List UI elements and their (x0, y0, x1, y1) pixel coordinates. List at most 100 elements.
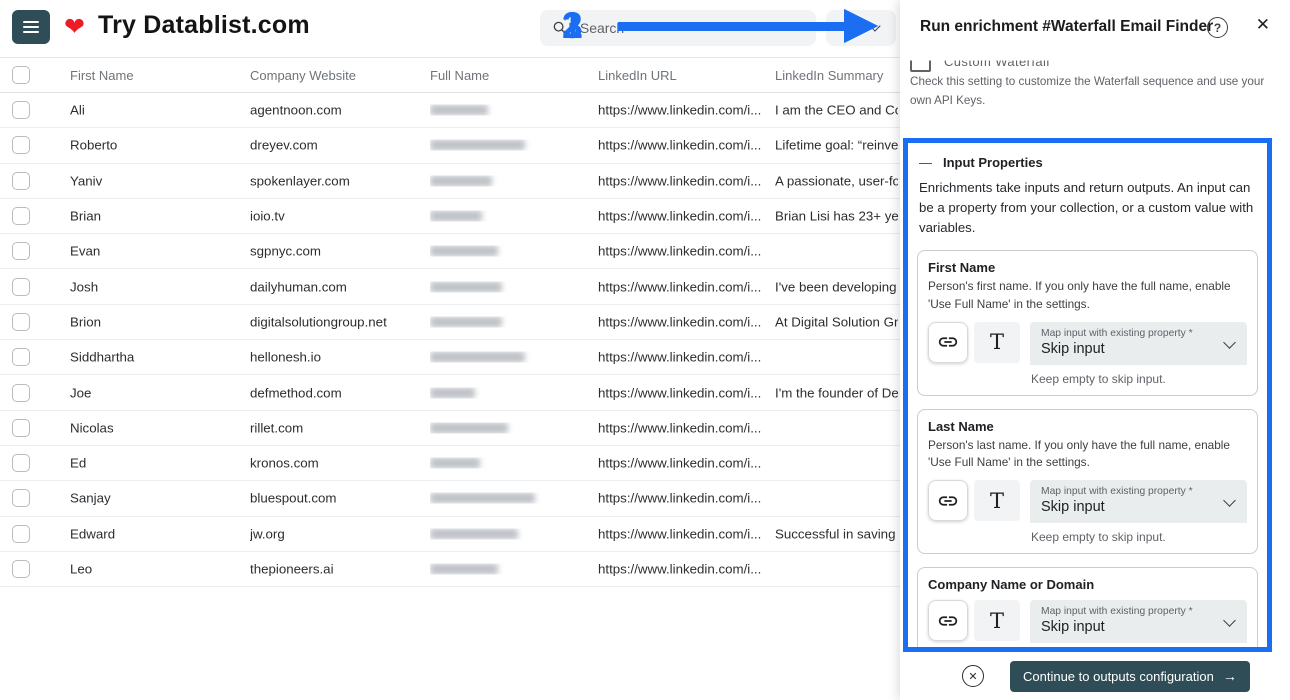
link-icon (938, 337, 958, 347)
custom-waterfall-checkbox[interactable] (910, 60, 931, 72)
field-description: Person's last name. If you only have the… (928, 437, 1230, 470)
row-checkbox[interactable] (12, 136, 30, 155)
property-select-dropdown[interactable]: Map input with existing property * Skip … (1030, 321, 1247, 365)
input-field-card: First Name Person's first name. If you o… (917, 250, 1258, 396)
dropdown-label: Map input with existing property * (1041, 486, 1193, 498)
continue-label: Continue to outputs configuration (1023, 668, 1214, 684)
custom-text-button[interactable]: T (974, 600, 1020, 642)
continue-button[interactable]: Continue to outputs configuration → (1010, 660, 1250, 692)
table-row: Brion digitalsolutiongroup.net https://w… (0, 305, 900, 341)
cell-first-name: Ed (70, 455, 87, 471)
redacted-text-blur (430, 528, 518, 540)
cell-company-website: defmethod.com (250, 385, 342, 401)
cell-linkedin-url: https://www.linkedin.com/i... (598, 349, 762, 365)
map-property-button[interactable] (928, 480, 968, 522)
row-checkbox[interactable] (12, 277, 30, 296)
cell-linkedin-url: https://www.linkedin.com/i... (598, 102, 762, 118)
cell-linkedin-url: https://www.linkedin.com/i... (598, 173, 762, 189)
filter-button[interactable] (826, 10, 896, 46)
menu-button[interactable] (12, 10, 50, 44)
property-select-dropdown[interactable]: Map input with existing property * Skip … (1030, 600, 1247, 644)
cell-first-name: Sanjay (70, 490, 111, 506)
cell-linkedin-url: https://www.linkedin.com/i... (598, 137, 762, 153)
text-input-icon: T (989, 608, 1004, 633)
map-property-button[interactable] (928, 321, 968, 363)
row-checkbox[interactable] (12, 171, 30, 190)
input-field-card: Last Name Person's last name. If you onl… (917, 408, 1258, 555)
table-row: Joe defmethod.com https://www.linkedin.c… (0, 375, 900, 411)
row-checkbox[interactable] (12, 489, 30, 508)
table-row: Ed kronos.com https://www.linkedin.com/i… (0, 446, 900, 482)
property-select-dropdown[interactable]: Map input with existing property * Skip … (1030, 480, 1247, 524)
column-header-linkedin-url: LinkedIn URL (598, 68, 677, 83)
row-checkbox[interactable] (12, 242, 30, 261)
cell-first-name: Joe (70, 385, 92, 401)
help-icon[interactable]: ? (1207, 17, 1228, 38)
cell-company-website: digitalsolutiongroup.net (250, 314, 387, 330)
cancel-circle-icon[interactable]: ✕ (962, 665, 984, 687)
cell-linkedin-summary: A passionate, user-foc (775, 173, 898, 189)
custom-text-button[interactable]: T (974, 321, 1020, 363)
cell-full-name-redacted (430, 563, 590, 575)
column-header-linkedin-summary: LinkedIn Summary (775, 68, 884, 83)
map-property-button[interactable] (928, 600, 968, 642)
cell-full-name-redacted (430, 281, 590, 293)
row-checkbox[interactable] (12, 207, 30, 226)
redacted-text-blur (430, 316, 502, 328)
cell-first-name: Yaniv (70, 173, 103, 189)
redacted-text-blur (430, 492, 535, 504)
text-input-icon: T (989, 330, 1004, 355)
dropdown-value: Skip input (1041, 619, 1105, 636)
table-row: Nicolas rillet.com https://www.linkedin.… (0, 411, 900, 446)
custom-waterfall-label: Custom Waterfall (944, 54, 1050, 69)
link-icon (938, 496, 958, 506)
row-checkbox[interactable] (12, 383, 30, 402)
row-checkbox[interactable] (12, 454, 30, 473)
cell-full-name-redacted (430, 492, 590, 504)
cell-company-website: agentnoon.com (250, 102, 342, 118)
row-checkbox[interactable] (12, 524, 30, 543)
close-icon[interactable]: ✕ (1256, 15, 1270, 35)
table-header: First Name Company Website Full Name Lin… (0, 57, 900, 93)
row-checkbox[interactable] (12, 312, 30, 331)
row-checkbox[interactable] (12, 101, 30, 120)
cell-linkedin-url: https://www.linkedin.com/i... (598, 208, 762, 224)
select-all-checkbox[interactable] (12, 66, 30, 84)
collapse-icon[interactable]: — (919, 155, 932, 170)
cell-company-website: dreyev.com (250, 137, 318, 153)
dropdown-label: Map input with existing property * (1041, 327, 1193, 339)
cell-company-website: bluespout.com (250, 490, 337, 506)
cell-first-name: Leo (70, 561, 93, 577)
cell-full-name-redacted (430, 351, 590, 363)
cell-linkedin-summary: I am the CEO and Co-F (775, 102, 898, 118)
row-checkbox[interactable] (12, 348, 30, 367)
cell-full-name-redacted (430, 245, 590, 257)
row-checkbox[interactable] (12, 560, 30, 578)
row-checkbox[interactable] (12, 418, 30, 437)
redacted-text-blur (430, 422, 508, 434)
field-helper-text: Keep empty to skip input. (1031, 530, 1166, 545)
dropdown-value: Skip input (1041, 499, 1105, 516)
search-bar[interactable] (540, 10, 816, 46)
redacted-text-blur (430, 563, 498, 575)
cell-company-website: spokenlayer.com (250, 173, 350, 189)
cell-linkedin-url: https://www.linkedin.com/i... (598, 243, 762, 259)
redacted-text-blur (430, 245, 498, 257)
cell-full-name-redacted (430, 387, 590, 399)
section-description: Enrichments take inputs and return outpu… (919, 180, 1254, 235)
cell-company-website: hellonesh.io (250, 349, 321, 365)
input-properties-section: — Input Properties Enrichments take inpu… (903, 138, 1272, 652)
table-row: Sanjay bluespout.com https://www.linkedi… (0, 481, 900, 517)
field-title: First Name (928, 260, 996, 276)
filter-funnel-icon (845, 21, 858, 35)
redacted-text-blur (430, 104, 488, 116)
table-row: Brian ioio.tv https://www.linkedin.com/i… (0, 199, 900, 235)
custom-text-button[interactable]: T (974, 480, 1020, 522)
table-row: Edward jw.org https://www.linkedin.com/i… (0, 517, 900, 552)
redacted-text-blur (430, 281, 502, 293)
cell-first-name: Brion (70, 314, 102, 330)
table-row: Ali agentnoon.com https://www.linkedin.c… (0, 93, 900, 129)
cell-company-website: sgpnyc.com (250, 243, 321, 259)
search-input[interactable] (577, 19, 804, 37)
page-title: Try Datablist.com (98, 11, 310, 39)
